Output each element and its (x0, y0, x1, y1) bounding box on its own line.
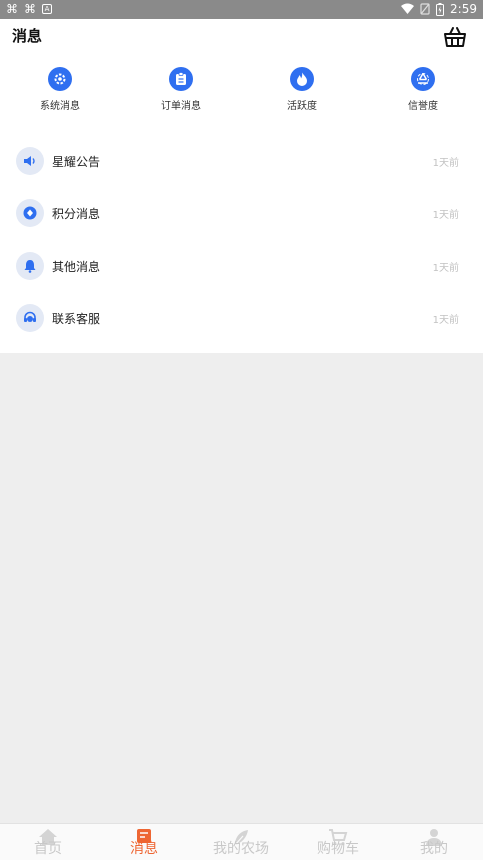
status-icons-right: 2:59 (401, 2, 477, 16)
page-title: 消息 (12, 27, 43, 45)
tab-mine[interactable]: 我的 (386, 824, 482, 860)
bell-icon (16, 252, 44, 280)
message-row-time: 1天前 (432, 263, 459, 274)
bug-icon: ⌘ (6, 2, 18, 16)
tab-label: 我的农场 (213, 841, 269, 857)
bottom-tab-bar: 首页 消息 我的农场 购物车 我的 (0, 823, 483, 860)
headset-icon (16, 304, 44, 332)
tab-cart[interactable]: 购物车 (290, 824, 386, 860)
quick-entry-label: 系统消息 (40, 101, 80, 112)
quick-entry-bar: 系统消息 订单消息 活跃度 信誉度 (0, 55, 483, 130)
diamond-icon (16, 199, 44, 227)
clipboard-icon (169, 67, 193, 91)
message-row-label: 星耀公告 (52, 155, 101, 169)
quick-entry-credit[interactable]: 信誉度 (373, 67, 473, 112)
quick-entry-activity[interactable]: 活跃度 (252, 67, 352, 112)
tab-home[interactable]: 首页 (0, 824, 96, 860)
bug-icon: ⌘ (24, 2, 36, 16)
quick-entry-label: 订单消息 (161, 101, 201, 112)
message-row-announcement[interactable]: 星耀公告 1天前 (0, 147, 483, 199)
message-row-time: 1天前 (432, 158, 459, 169)
tab-label: 消息 (130, 841, 158, 857)
gear-icon (48, 67, 72, 91)
quick-entry-label: 信誉度 (408, 101, 438, 112)
recycle-icon (411, 67, 435, 91)
speaker-icon (16, 147, 44, 175)
message-row-support[interactable]: 联系客服 1天前 (0, 304, 483, 356)
status-bar: ⌘ ⌘ A 2:59 (0, 0, 483, 19)
message-row-label: 其他消息 (52, 260, 101, 274)
flame-icon (290, 67, 314, 91)
message-row-other[interactable]: 其他消息 1天前 (0, 252, 483, 304)
basket-icon[interactable] (443, 25, 467, 49)
quick-entry-label: 活跃度 (287, 101, 317, 112)
message-row-points[interactable]: 积分消息 1天前 (0, 199, 483, 251)
message-list: 星耀公告 1天前 积分消息 1天前 其他消息 1天前 联系客服 1天前 (0, 130, 483, 353)
wifi-icon (401, 3, 415, 14)
tab-label: 首页 (34, 841, 62, 857)
message-row-time: 1天前 (432, 315, 459, 326)
message-row-label: 联系客服 (52, 312, 101, 326)
message-row-time: 1天前 (432, 210, 459, 221)
quick-entry-system[interactable]: 系统消息 (10, 67, 110, 112)
tab-label: 购物车 (317, 841, 359, 857)
page-header: 消息 (0, 19, 483, 55)
tab-my-farm[interactable]: 我的农场 (193, 824, 289, 860)
battery-icon (436, 2, 445, 16)
status-icons-left: ⌘ ⌘ A (6, 2, 52, 16)
quick-entry-orders[interactable]: 订单消息 (131, 67, 231, 112)
keyboard-icon: A (42, 4, 52, 14)
status-time: 2:59 (450, 2, 477, 16)
tab-label: 我的 (420, 841, 448, 857)
tab-messages[interactable]: 消息 (96, 824, 192, 860)
message-row-label: 积分消息 (52, 207, 101, 221)
no-sim-icon (420, 3, 430, 15)
